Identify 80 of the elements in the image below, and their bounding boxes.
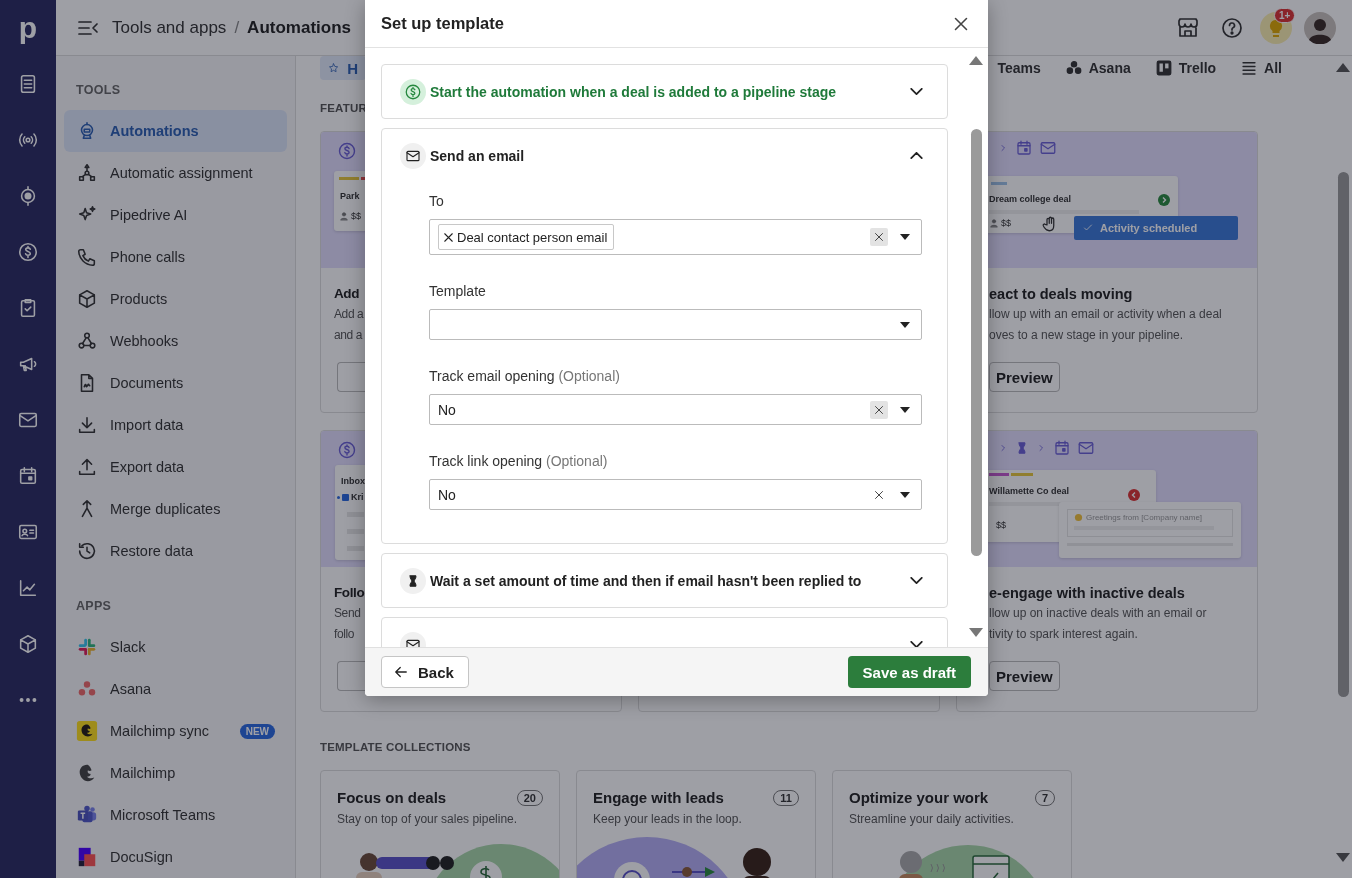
field-label: Template [429,282,487,300]
collection-title: Optimize your work [849,789,989,806]
field-label: Track link opening (Optional) [429,452,609,470]
tab[interactable]: Trello [1146,56,1225,80]
sidebar-item[interactable]: Products [64,278,287,320]
sidebar-item[interactable]: DocuSign [64,836,287,878]
deal-value: $$ [351,211,361,221]
deal-name: Dream college deal [989,194,1072,204]
sender-name: Kri [351,492,364,502]
collection-card[interactable]: Engage with leads 11 Keep your leads in the loop. [576,770,816,878]
collection-title: Focus on deals [337,789,447,806]
step-header[interactable]: Send an email [382,129,947,182]
recipient-tag[interactable]: Deal contact person email [438,224,615,250]
step-header[interactable]: Wait a set amount of time and then if email hasn't been replied to [381,553,948,608]
section-heading: TOOLS [76,82,122,98]
select-field[interactable]: No [429,479,922,510]
breadcrumb-separator: / [234,17,240,38]
collection-subtitle: Streamline your daily activities. [848,811,1015,826]
collection-subtitle: Keep your leads in the loop. [592,811,743,826]
save-draft-button[interactable]: Save as draft [847,656,971,688]
card-description-line: follo [334,626,354,643]
step-header[interactable]: Start the automation when a deal is added to a pipeline stage [381,64,948,119]
card-description-line: llow up on inactive deals with an email or [989,605,1207,622]
sidebar-item[interactable]: Import data [64,404,287,446]
section-heading: FEATUR [320,101,368,116]
tab[interactable]: All [1232,56,1290,80]
select-field[interactable]: No [429,394,922,425]
collection-title: Engage with leads [593,789,724,806]
sidebar-item[interactable]: Mailchimp sync NEW [64,710,287,752]
page-title: Automations [247,17,351,38]
card-title: Add [334,285,360,303]
activity-toast: Activity scheduled [1074,216,1238,240]
tab[interactable]: Teams [989,56,1049,80]
sidebar-item[interactable]: Merge duplicates [64,488,287,530]
card-description-line: llow up with an email or activity when a deal [989,306,1222,323]
card-title: Follo [334,584,365,602]
inbox-title: Inbox [341,476,365,486]
card-description-line: tivity to spark interest again. [989,626,1138,643]
sidebar-item[interactable]: Documents [64,362,287,404]
recipient-field[interactable]: Deal contact person email [429,219,922,255]
card-description-line: and a [334,327,363,344]
sidebar-item[interactable]: Webhooks [64,320,287,362]
sidebar-item[interactable]: Restore data [64,530,287,572]
preview-button[interactable]: Preview [989,362,1060,392]
notification-badge: 1+ [1274,7,1296,23]
sidebar-item[interactable]: Mailchimp [64,752,287,794]
tab[interactable]: H [320,56,366,80]
deal-name: Park [340,191,360,201]
collection-card[interactable]: Focus on deals 20 Stay on top of your sales pipeline. [320,770,560,878]
card-title: e-engage with inactive deals [989,584,1185,603]
selected-value: No [438,401,456,418]
sidebar-item[interactable]: Export data [64,446,287,488]
sidebar-item[interactable]: Automations [64,110,287,152]
dialog-title: Set up template [381,14,504,33]
sidebar-item[interactable]: Microsoft Teams [64,794,287,836]
deal-value: $$ [1001,218,1011,228]
breadcrumb-link[interactable]: Tools and apps [112,17,227,38]
collection-subtitle: Stay on top of your sales pipeline. [336,811,519,826]
sidebar-item[interactable]: Pipedrive AI [64,194,287,236]
field-label: Track email opening (Optional) [429,367,621,385]
app-logo[interactable]: p [18,0,38,56]
field-label: To [429,192,445,210]
sidebar-item[interactable]: Automatic assignment [64,152,287,194]
card-description-line: Add a [334,306,364,323]
deal-name: Willamette Co deal [989,486,1069,496]
card-description-line: Send [334,605,361,622]
sidebar-item[interactable]: Phone calls [64,236,287,278]
card-title: eact to deals moving [989,285,1133,304]
collection-card[interactable]: Optimize your work 7 Streamline your daily activities. [832,770,1072,878]
new-badge: NEW [239,723,275,739]
card-description-line: oves to a new stage in your pipeline. [989,327,1184,344]
preview-button[interactable]: Preview [989,661,1060,691]
sidebar-item[interactable]: Asana [64,668,287,710]
back-button[interactable]: Back [381,656,469,688]
tab[interactable]: Asana [1056,56,1139,80]
section-heading: TEMPLATE COLLECTIONS [320,740,472,755]
deal-value: $$ [996,520,1006,530]
selected-value: No [438,486,456,503]
sidebar-item[interactable]: Slack [64,626,287,668]
section-heading: APPS [76,598,113,614]
